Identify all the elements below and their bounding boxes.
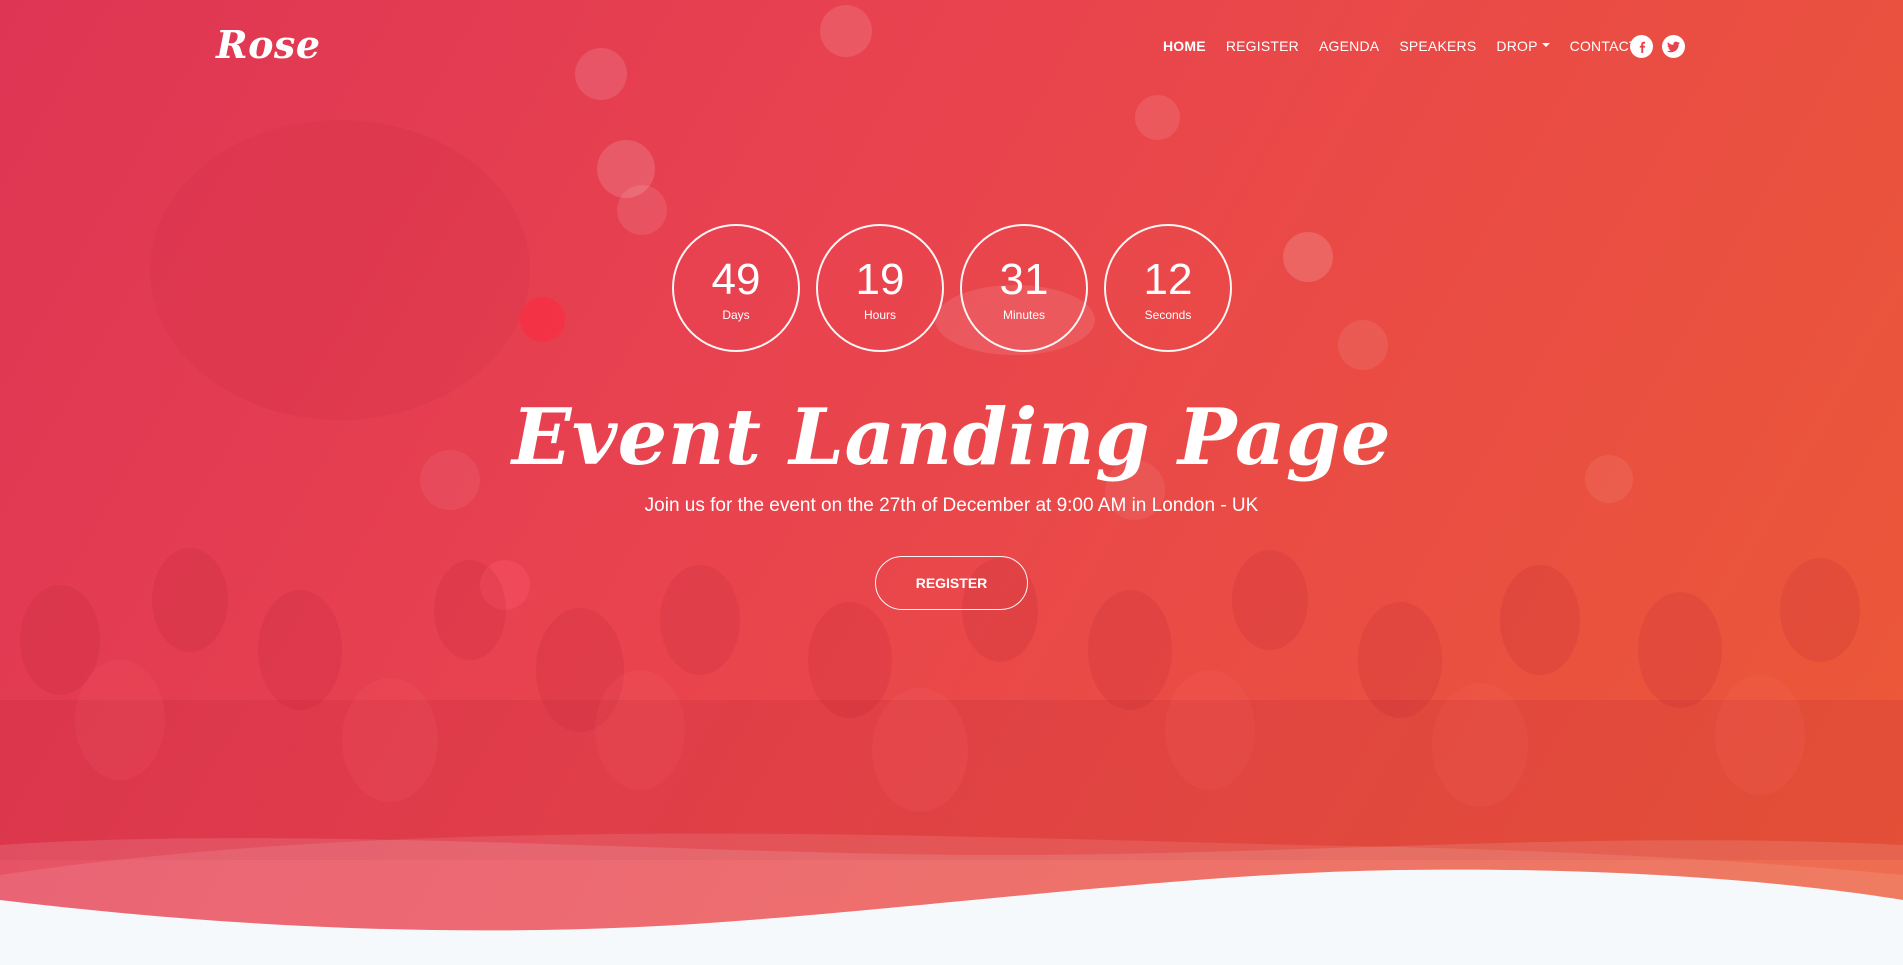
countdown-days-label: Days: [722, 308, 750, 322]
caret-down-icon: [1541, 43, 1550, 48]
nav-item-home[interactable]: HOME: [1163, 38, 1206, 54]
countdown-hours-value: 19: [855, 255, 905, 304]
bokeh-decoration: [1135, 95, 1180, 140]
countdown-seconds: 12 Seconds: [1104, 224, 1232, 352]
nav-menu: HOME REGISTER AGENDA SPEAKERS DROP CONTA…: [1163, 38, 1638, 54]
nav-item-drop-label: DROP: [1496, 38, 1538, 54]
countdown-seconds-label: Seconds: [1144, 308, 1192, 322]
nav-item-drop[interactable]: DROP: [1496, 38, 1550, 54]
nav-item-register[interactable]: REGISTER: [1226, 38, 1299, 54]
social-links: [1630, 35, 1685, 58]
bokeh-decoration: [520, 297, 565, 342]
countdown-minutes: 31 Minutes: [960, 224, 1088, 352]
page-title: Event Landing Page: [511, 392, 1392, 483]
bokeh-decoration: [617, 185, 667, 235]
navbar: Rose HOME REGISTER AGENDA SPEAKERS DROP …: [0, 0, 1903, 95]
nav-item-speakers[interactable]: SPEAKERS: [1399, 38, 1476, 54]
bottom-wave: [0, 833, 1903, 965]
countdown-hours-label: Hours: [863, 308, 896, 322]
countdown-minutes-label: Minutes: [1002, 308, 1046, 322]
bokeh-decoration: [150, 120, 530, 420]
countdown-seconds-value: 12: [1143, 255, 1193, 304]
countdown-hours: 19 Hours: [816, 224, 944, 352]
brand-logo[interactable]: Rose: [216, 22, 321, 67]
countdown-timer: 49 Days 19 Hours 31 Minutes 12 Seconds: [672, 224, 1232, 352]
twitter-icon[interactable]: [1662, 35, 1685, 58]
facebook-icon[interactable]: [1630, 35, 1653, 58]
nav-item-contact[interactable]: CONTACT: [1570, 38, 1638, 54]
nav-item-agenda[interactable]: AGENDA: [1319, 38, 1379, 54]
bokeh-decoration: [1338, 320, 1388, 370]
event-subtitle: Join us for the event on the 27th of Dec…: [644, 495, 1259, 516]
countdown-minutes-value: 31: [999, 255, 1049, 304]
countdown-days: 49 Days: [672, 224, 800, 352]
bokeh-decoration: [1283, 232, 1333, 282]
countdown-days-value: 49: [711, 255, 761, 304]
register-button[interactable]: REGISTER: [875, 556, 1028, 610]
